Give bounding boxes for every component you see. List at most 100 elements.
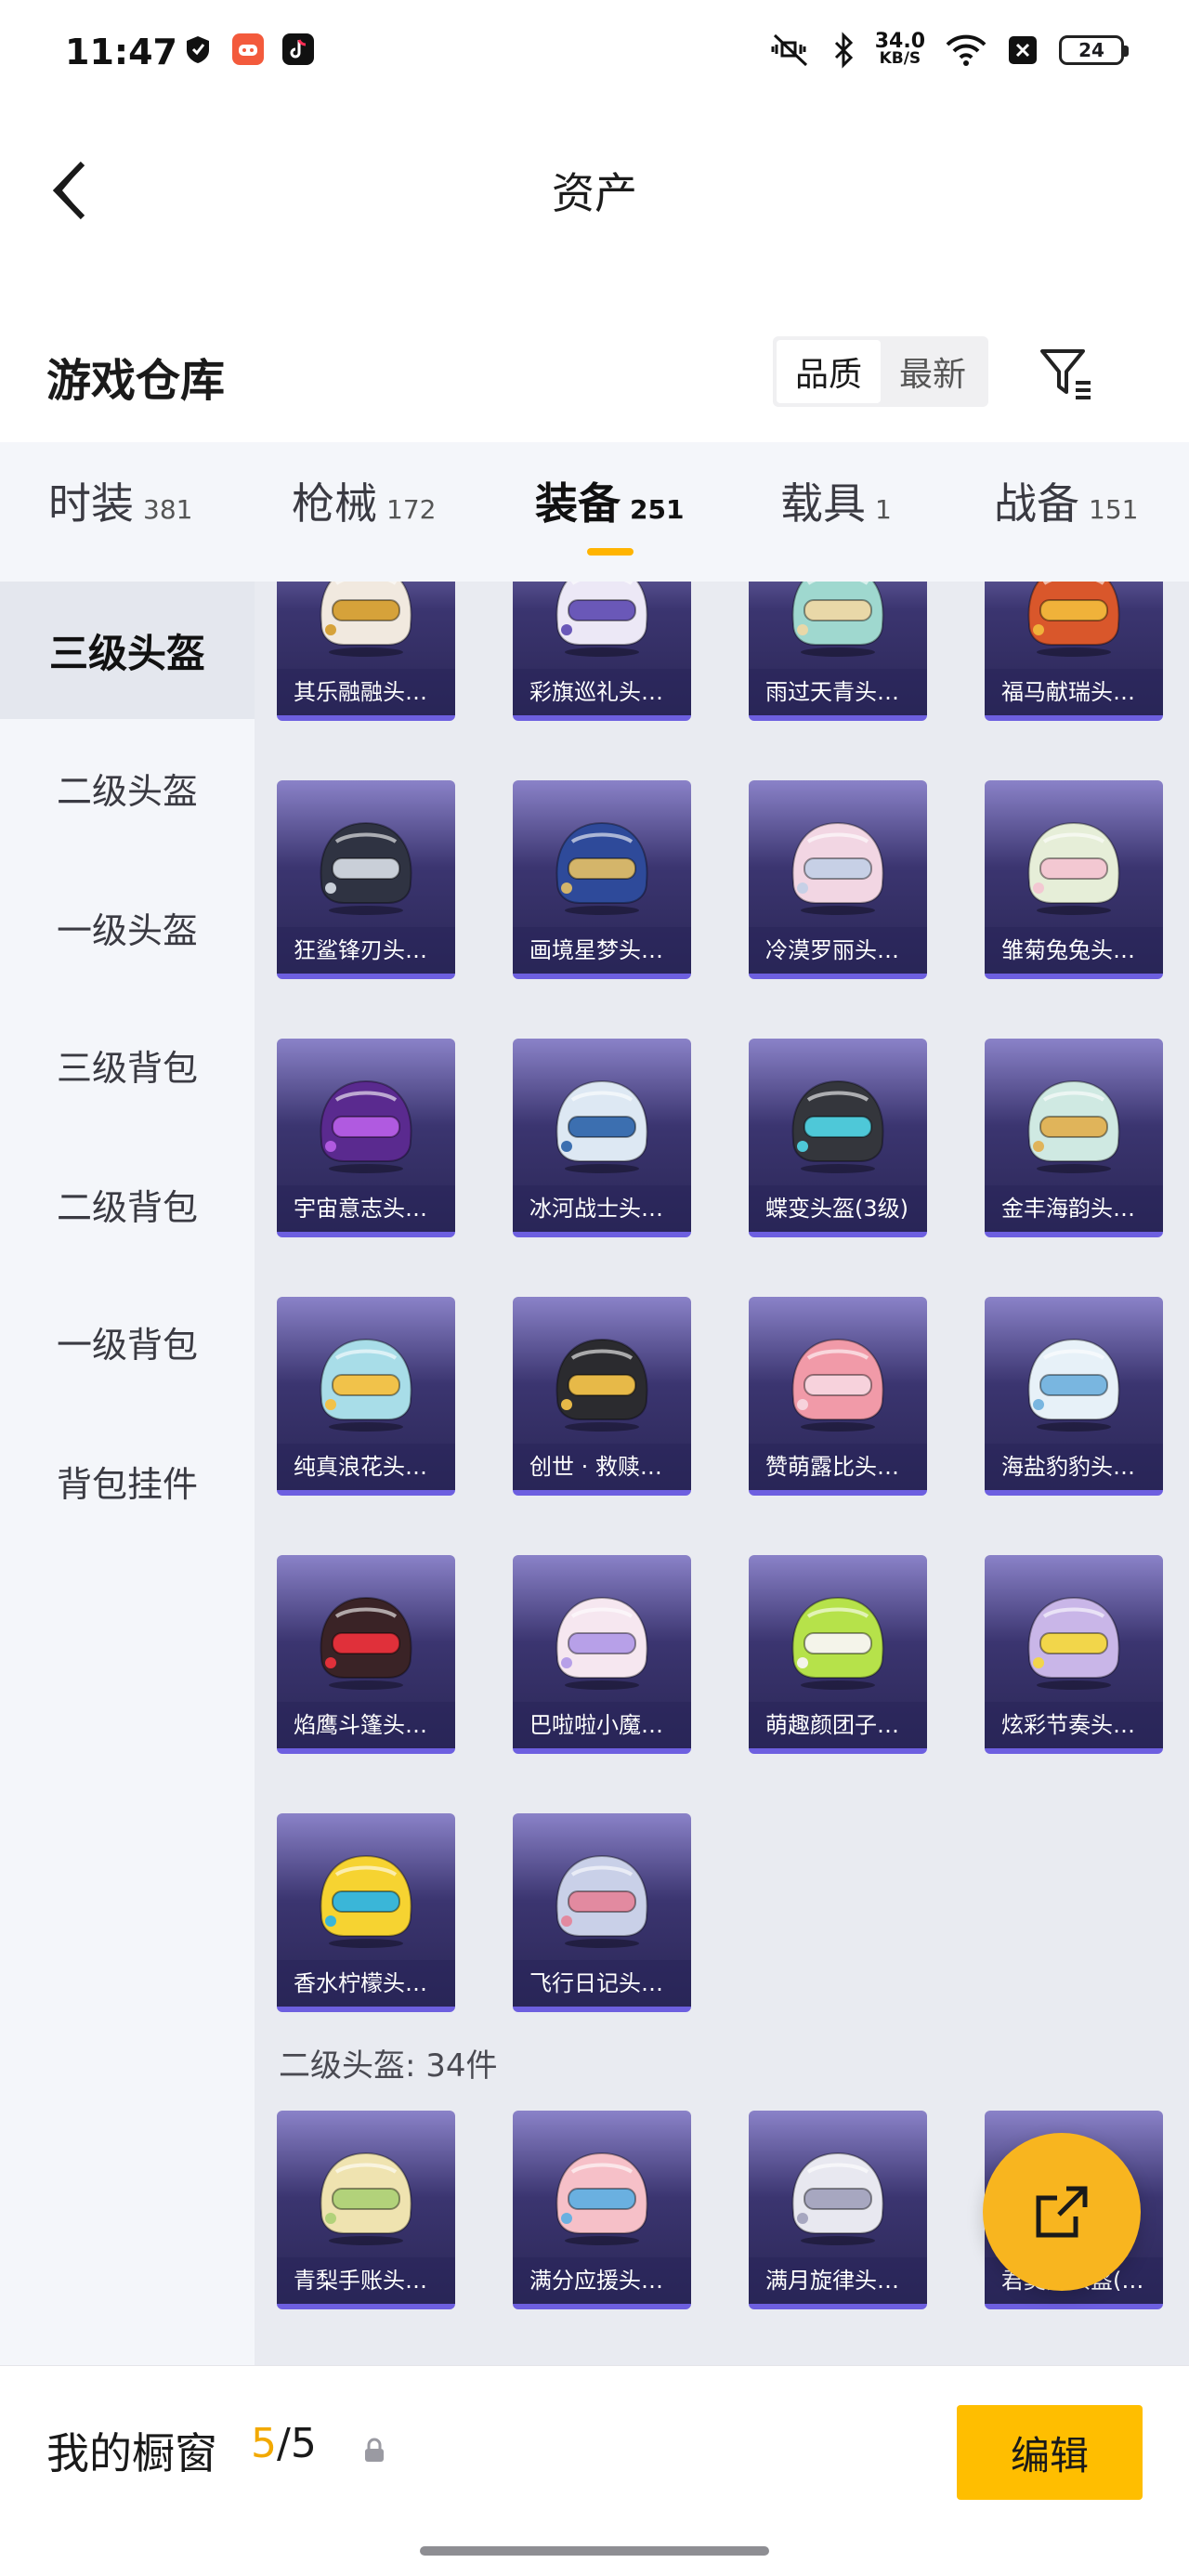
item-name: 满分应援头… <box>513 2257 691 2304</box>
tab-count: 251 <box>630 494 685 525</box>
showcase-label: 我的橱窗 <box>46 2428 217 2478</box>
item-name: 满月旋律头… <box>749 2257 927 2304</box>
item-name: 炫彩节奏头… <box>985 1702 1163 1748</box>
wifi-icon <box>946 34 986 66</box>
tab-count: 1 <box>875 494 892 525</box>
tab-combat-prep[interactable]: 战备 151 <box>994 470 1138 563</box>
page-title: 资产 <box>552 168 637 218</box>
sidebar-item-level2-helmet[interactable]: 二级头盔 <box>0 719 255 856</box>
sort-option-newest[interactable]: 最新 <box>881 340 985 403</box>
bluetooth-icon <box>834 32 853 69</box>
item-card[interactable]: 香水柠檬头… <box>277 1813 455 2012</box>
item-card[interactable]: 蝶变头盔(3级) <box>749 1039 927 1237</box>
edit-button[interactable]: 编辑 <box>957 2405 1143 2500</box>
tab-label: 枪械 <box>292 478 377 529</box>
item-name: 福马献瑞头… <box>985 669 1163 715</box>
item-card[interactable]: 雨过天青头… <box>749 582 927 721</box>
helmet-icon <box>320 1338 412 1432</box>
item-card[interactable]: 巴啦啦小魔… <box>513 1555 691 1754</box>
net-speed: 34.0 KB/S <box>875 32 925 68</box>
item-name: 赞萌露比头… <box>749 1444 927 1490</box>
item-name: 彩旗巡礼头… <box>513 669 691 715</box>
item-card[interactable]: 其乐融融头… <box>277 582 455 721</box>
helmet-icon <box>791 1596 884 1690</box>
sidebar-item-level1-helmet[interactable]: 一级头盔 <box>0 858 255 996</box>
item-card[interactable]: 冰河战士头… <box>513 1039 691 1237</box>
helmet-icon <box>555 2151 648 2245</box>
showcase-total: 5 <box>290 2420 317 2467</box>
sort-option-quality[interactable]: 品质 <box>777 340 881 403</box>
item-card[interactable]: 青梨手账头… <box>277 2111 455 2309</box>
item-name: 巴啦啦小魔… <box>513 1702 691 1748</box>
item-card[interactable]: 炫彩节奏头… <box>985 1555 1163 1754</box>
sidebar-item-level3-backpack[interactable]: 三级背包 <box>0 996 255 1133</box>
helmet-icon <box>1027 1596 1120 1690</box>
helmet-icon <box>555 1079 648 1173</box>
item-name: 香水柠檬头… <box>277 1960 455 2007</box>
section-label-level2-helmet: 二级头盔: 34件 <box>279 2047 498 2085</box>
sort-toggle: 品质 最新 <box>773 336 988 407</box>
item-card[interactable]: 萌趣颜团子… <box>749 1555 927 1754</box>
item-name: 飞行日记头… <box>513 1960 691 2007</box>
item-name: 萌趣颜团子… <box>749 1702 927 1748</box>
item-name: 创世 · 救赎… <box>513 1444 691 1490</box>
item-name: 冰河战士头… <box>513 1185 691 1232</box>
item-card[interactable]: 满月旋律头… <box>749 2111 927 2309</box>
showcase-count: 5/5 <box>251 2420 317 2467</box>
item-card[interactable]: 画境星梦头… <box>513 780 691 979</box>
share-button[interactable] <box>983 2133 1141 2291</box>
warehouse-title: 游戏仓库 <box>46 355 226 407</box>
helmet-icon <box>791 582 884 657</box>
item-card[interactable]: 创世 · 救赎… <box>513 1297 691 1496</box>
sidebar-item-level2-backpack[interactable]: 二级背包 <box>0 1135 255 1273</box>
item-card[interactable]: 雏菊兔兔头… <box>985 780 1163 979</box>
sidebar-item-level1-backpack[interactable]: 一级背包 <box>0 1273 255 1410</box>
helmet-icon <box>555 821 648 915</box>
item-card[interactable]: 满分应援头… <box>513 2111 691 2309</box>
filter-icon <box>1040 349 1091 399</box>
showcase-bar: 我的橱窗 5/5 编辑 <box>0 2365 1189 2576</box>
tab-firearms[interactable]: 枪械 172 <box>292 470 436 563</box>
status-bar: 11:47 34.0 KB/S 24 <box>0 0 1189 102</box>
helmet-icon <box>791 821 884 915</box>
helmet-icon <box>555 1854 648 1948</box>
item-card[interactable]: 福马献瑞头… <box>985 582 1163 721</box>
tab-count: 381 <box>143 494 193 525</box>
battery-indicator: 24 <box>1059 35 1129 65</box>
item-card[interactable]: 海盐豹豹头… <box>985 1297 1163 1496</box>
share-external-icon <box>1036 2186 1088 2238</box>
net-speed-unit: KB/S <box>879 49 921 68</box>
filter-button[interactable] <box>1031 338 1102 409</box>
status-right: 34.0 KB/S 24 <box>769 30 1129 71</box>
item-card[interactable]: 金丰海韵头… <box>985 1039 1163 1237</box>
item-card[interactable]: 焰鹰斗篷头… <box>277 1555 455 1754</box>
item-card[interactable]: 赞萌露比头… <box>749 1297 927 1496</box>
helmet-icon <box>320 1596 412 1690</box>
tab-fashion[interactable]: 时装 381 <box>48 470 192 563</box>
helmet-icon <box>791 1338 884 1432</box>
item-card[interactable]: 狂鲨锋刃头… <box>277 780 455 979</box>
item-card[interactable]: 彩旗巡礼头… <box>513 582 691 721</box>
tab-label: 战备 <box>994 478 1079 529</box>
tab-label: 载具 <box>780 478 866 529</box>
tab-vehicles[interactable]: 载具 1 <box>780 470 892 563</box>
showcase-current: 5 <box>251 2420 277 2467</box>
item-name: 冷漠罗丽头… <box>749 927 927 974</box>
tab-count: 151 <box>1089 494 1139 525</box>
item-card[interactable]: 纯真浪花头… <box>277 1297 455 1496</box>
helmet-icon <box>555 1338 648 1432</box>
item-name: 狂鲨锋刃头… <box>277 927 455 974</box>
helmet-icon <box>320 1079 412 1173</box>
item-name: 纯真浪花头… <box>277 1444 455 1490</box>
helmet-icon <box>791 2151 884 2245</box>
item-card[interactable]: 冷漠罗丽头… <box>749 780 927 979</box>
category-sidebar: 三级头盔 二级头盔 一级头盔 三级背包 二级背包 一级背包 背包挂件 <box>0 582 255 2365</box>
item-card[interactable]: 宇宙意志头… <box>277 1039 455 1237</box>
sidebar-item-level3-helmet[interactable]: 三级头盔 <box>0 582 255 719</box>
sidebar-item-backpack-charm[interactable]: 背包挂件 <box>0 1412 255 1550</box>
tab-label: 装备 <box>535 478 621 529</box>
shield-app-icon <box>182 33 214 65</box>
item-name: 其乐融融头… <box>277 669 455 715</box>
item-card[interactable]: 飞行日记头… <box>513 1813 691 2012</box>
nav-header: 资产 <box>0 102 1189 269</box>
